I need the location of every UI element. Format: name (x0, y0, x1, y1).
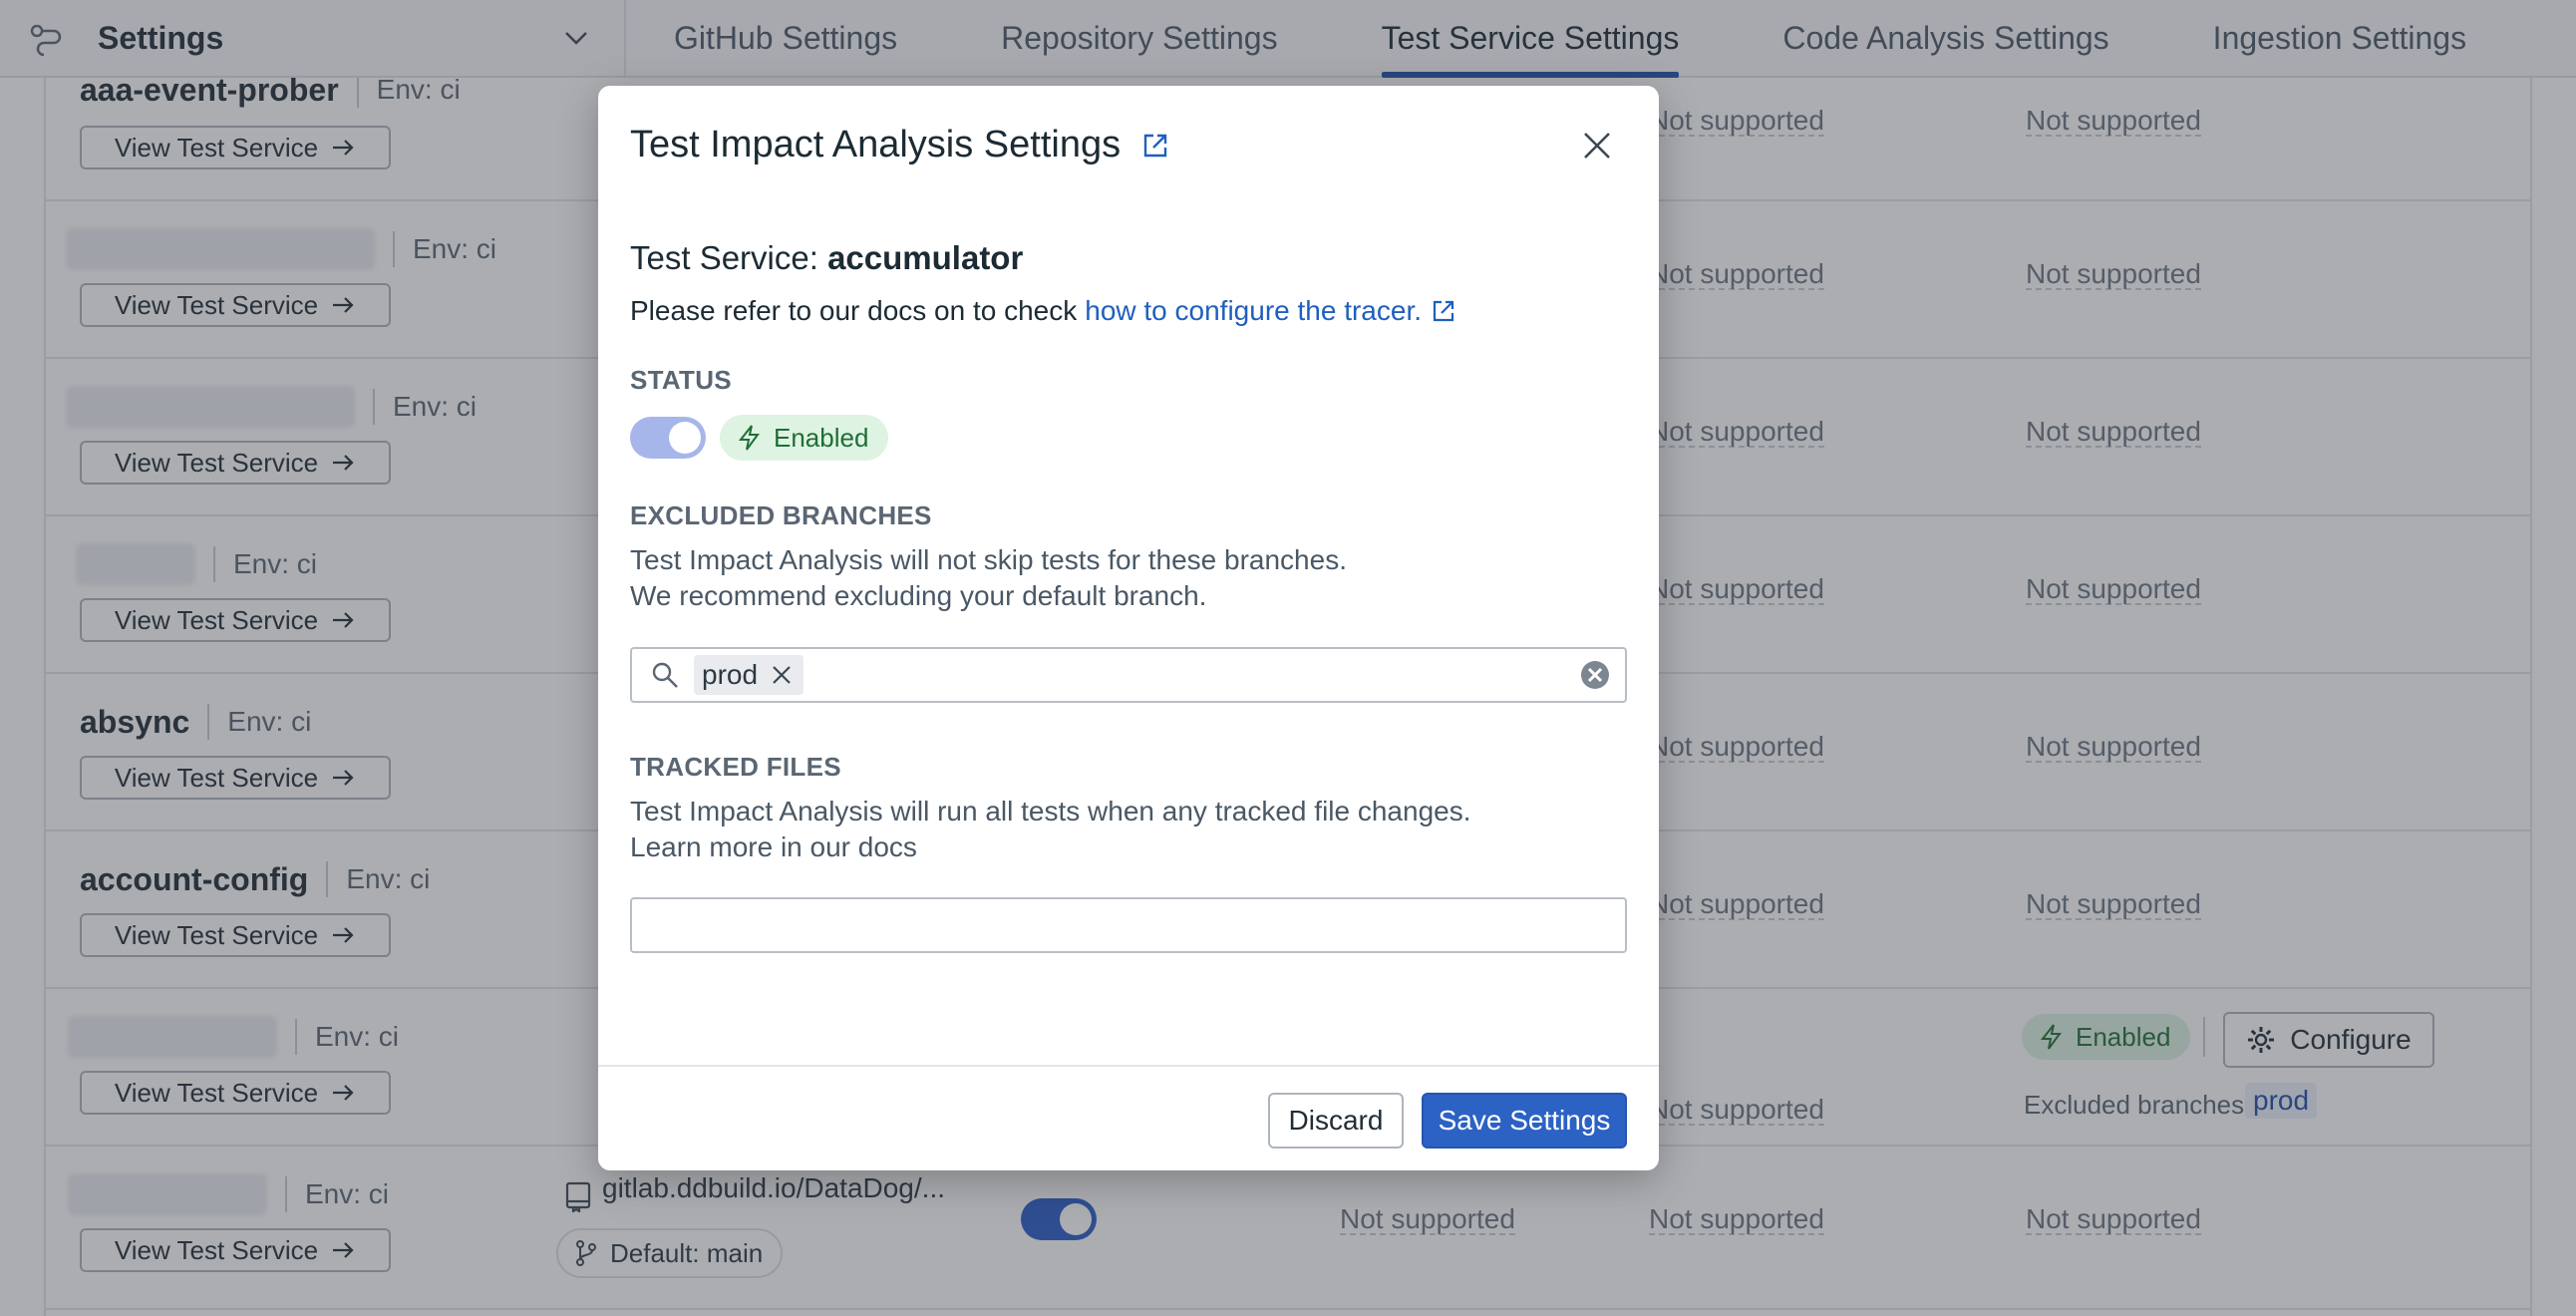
status-row: Enabled (630, 415, 889, 461)
tracked-files-section-label: TRACKED FILES (630, 752, 841, 782)
status-value: Enabled (774, 422, 869, 453)
remove-chip-icon[interactable] (770, 663, 794, 687)
status-section-label: STATUS (630, 365, 732, 395)
excluded-desc-1: Test Impact Analysis will not skip tests… (630, 544, 1347, 575)
close-icon[interactable] (1577, 126, 1617, 165)
configure-tracer-link[interactable]: how to configure the tracer. (1085, 295, 1422, 327)
excluded-desc-2: We recommend excluding your default bran… (630, 580, 1207, 611)
docs-line: Please refer to our docs on to check how… (630, 295, 1457, 327)
modal-footer: Discard Save Settings (598, 1065, 1659, 1170)
test-service-label: Test Service: (630, 239, 828, 276)
test-service-line: Test Service: accumulator (630, 239, 1023, 277)
discard-button[interactable]: Discard (1268, 1093, 1404, 1149)
modal-title: Test Impact Analysis Settings (630, 124, 1122, 165)
status-toggle[interactable] (630, 417, 706, 459)
tracked-desc: Test Impact Analysis will run all tests … (630, 796, 1471, 826)
tracked-files-input[interactable] (630, 897, 1627, 953)
test-impact-analysis-modal: Test Impact Analysis Settings Test Servi… (598, 86, 1659, 1170)
excluded-branches-section-label: EXCLUDED BRANCHES (630, 500, 932, 530)
enabled-badge: Enabled (720, 415, 889, 461)
clear-all-icon[interactable] (1579, 659, 1611, 691)
lightning-icon (738, 425, 760, 451)
branch-chip-label: prod (702, 659, 759, 690)
docs-prefix: Please refer to our docs on to check (630, 295, 1078, 326)
learn-more-link[interactable]: Learn more in our docs (630, 829, 917, 865)
external-link-icon[interactable] (1430, 297, 1457, 325)
branch-chip: prod (694, 655, 805, 695)
excluded-branches-input[interactable]: prod (630, 647, 1627, 703)
external-link-icon[interactable] (1140, 131, 1170, 161)
save-settings-button[interactable]: Save Settings (1422, 1093, 1627, 1149)
search-icon (652, 662, 678, 688)
test-service-name: accumulator (827, 239, 1024, 276)
